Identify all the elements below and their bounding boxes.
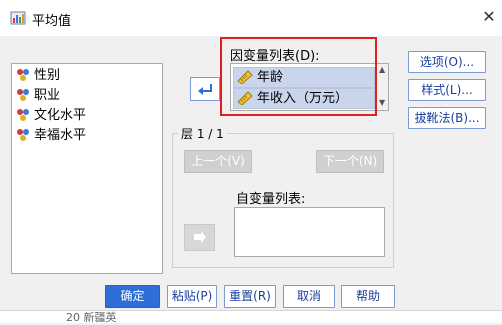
- help-button[interactable]: 帮助: [341, 285, 395, 308]
- title-bar: [0, 0, 502, 36]
- list-item[interactable]: 文化水平: [16, 107, 86, 125]
- window-title: 平均值: [32, 14, 72, 29]
- layer-label: 层 1 / 1: [178, 125, 227, 142]
- list-item-label: 文化水平: [34, 108, 87, 123]
- independent-list-label: 自变量列表:: [236, 192, 306, 207]
- cancel-button[interactable]: 取消: [283, 285, 335, 308]
- nominal-variable-icon: [17, 88, 29, 101]
- highlight-box: [220, 37, 377, 116]
- app-icon: [10, 11, 26, 25]
- move-to-dependent-button[interactable]: [190, 77, 220, 101]
- independent-variable-list[interactable]: [234, 207, 385, 257]
- move-to-independent-button[interactable]: [184, 224, 215, 251]
- list-item[interactable]: 职业: [16, 87, 60, 105]
- list-item-label: 性别: [34, 68, 61, 83]
- list-item[interactable]: 性别: [16, 67, 60, 85]
- list-item-label: 职业: [34, 88, 61, 103]
- nominal-variable-icon: [17, 128, 29, 141]
- nominal-variable-icon: [17, 108, 29, 121]
- scroll-down-icon[interactable]: ▼: [379, 98, 385, 107]
- list-item[interactable]: 幸福水平: [16, 127, 86, 145]
- ok-button[interactable]: 确定: [105, 285, 160, 308]
- close-button[interactable]: ✕: [478, 6, 500, 28]
- nominal-variable-icon: [17, 68, 29, 81]
- paste-button[interactable]: 粘贴(P): [167, 285, 217, 308]
- previous-layer-button[interactable]: 上一个(V): [184, 150, 252, 173]
- reset-button[interactable]: 重置(R): [224, 285, 276, 308]
- scroll-up-icon[interactable]: ▲: [379, 65, 385, 74]
- source-variable-list[interactable]: 性别 职业 文化水平 幸福水平: [11, 63, 163, 274]
- arrow-right-icon: [194, 231, 206, 243]
- bootstrap-button[interactable]: 拔靴法(B)...: [408, 107, 486, 129]
- next-layer-button[interactable]: 下一个(N): [316, 150, 384, 173]
- options-button[interactable]: 选项(O)...: [408, 51, 486, 73]
- arrow-left-icon: [198, 84, 212, 95]
- style-button[interactable]: 样式(L)...: [408, 79, 486, 101]
- list-item-label: 幸福水平: [34, 128, 87, 143]
